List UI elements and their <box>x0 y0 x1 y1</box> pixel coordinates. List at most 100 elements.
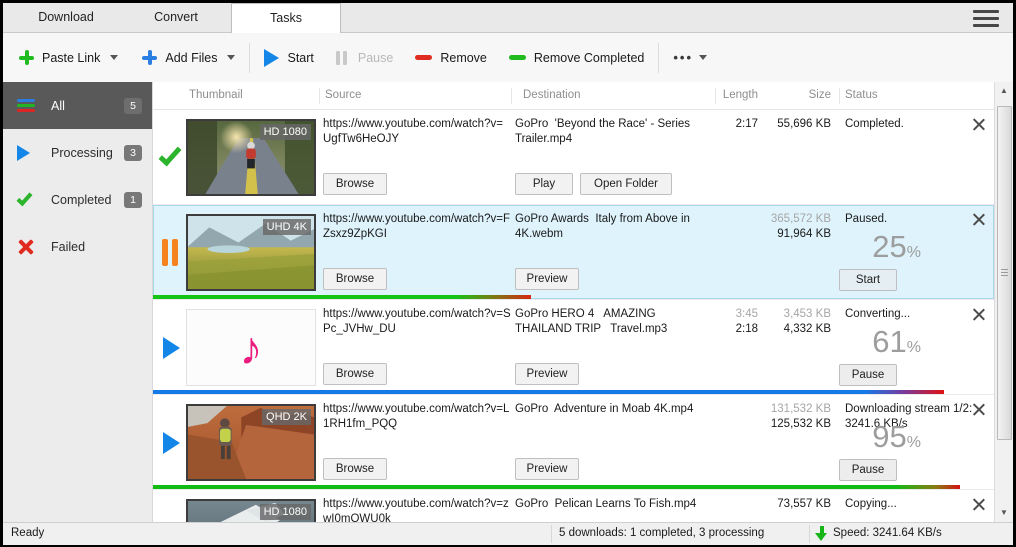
scroll-down-icon[interactable]: ▼ <box>995 504 1013 522</box>
column-status[interactable]: Status <box>845 89 878 101</box>
task-row-copying[interactable]: HD 1080 https://www.youtube.com/watch?v=… <box>153 490 994 522</box>
task-row-downloading[interactable]: QHD 2K https://www.youtube.com/watch?v=L… <box>153 395 994 490</box>
scroll-up-icon[interactable]: ▲ <box>995 82 1013 100</box>
size-value: 73,557 KB <box>777 497 831 512</box>
length-value: 2:17 <box>736 117 758 132</box>
plus-icon <box>142 50 157 65</box>
failed-x-icon <box>17 239 41 255</box>
download-speed-icon <box>815 526 828 541</box>
close-icon[interactable] <box>971 402 986 417</box>
tab-bar: Download Convert Tasks <box>3 3 1013 33</box>
count-badge: 3 <box>124 145 142 161</box>
paste-link-label: Paste Link <box>42 51 100 65</box>
scrollbar-thumb[interactable] <box>997 106 1012 440</box>
quality-badge: HD 1080 <box>260 124 311 140</box>
remove-completed-button[interactable]: Remove Completed <box>509 51 644 65</box>
chevron-down-icon[interactable] <box>227 55 235 60</box>
play-icon <box>264 49 279 67</box>
tab-download[interactable]: Download <box>11 3 121 32</box>
destination-name: GoPro HERO 4 AMAZING THAILAND TRIP Trave… <box>515 307 711 337</box>
source-url: https://www.youtube.com/watch?v=FZsxz9Zp… <box>323 212 511 242</box>
sidebar-item-label: All <box>51 99 65 113</box>
length-value: 3:452:18 <box>736 307 758 337</box>
task-table: Thumbnail Source Destination Length Size… <box>153 82 994 522</box>
close-icon[interactable] <box>971 212 986 227</box>
preview-button[interactable]: Preview <box>515 458 579 480</box>
open-folder-button[interactable]: Open Folder <box>580 173 672 195</box>
progress-bar <box>153 390 944 394</box>
completed-check-icon <box>17 198 41 202</box>
preview-button[interactable]: Preview <box>515 363 579 385</box>
start-button[interactable]: Start <box>264 49 313 67</box>
progress-bar <box>153 485 960 489</box>
browse-button[interactable]: Browse <box>323 458 387 480</box>
table-header: Thumbnail Source Destination Length Size… <box>153 82 994 110</box>
audio-thumbnail: ♪ <box>186 309 316 386</box>
toolbar: Paste Link Add Files Start Pause Remove … <box>3 33 1013 82</box>
destination-name: GoPro Adventure in Moab 4K.mp4 <box>515 402 711 417</box>
close-icon[interactable] <box>971 497 986 512</box>
menu-icon[interactable] <box>973 10 999 27</box>
pause-task-button[interactable]: Pause <box>839 459 897 481</box>
chevron-down-icon[interactable] <box>110 55 118 60</box>
tab-convert[interactable]: Convert <box>121 3 231 32</box>
progress-percent: 61% <box>872 324 921 360</box>
processing-icon <box>17 145 41 161</box>
size-value: 365,572 KB91,964 KB <box>771 212 831 242</box>
video-thumbnail: QHD 2K <box>186 404 316 481</box>
close-icon[interactable] <box>971 117 986 132</box>
column-length[interactable]: Length <box>723 89 758 101</box>
task-row-completed[interactable]: HD 1080 https://www.youtube.com/watch?v=… <box>153 110 994 205</box>
sidebar-item-label: Processing <box>51 146 113 160</box>
sidebar-item-label: Completed <box>51 193 111 207</box>
source-url: https://www.youtube.com/watch?v=SPc_JVHw… <box>323 307 511 337</box>
column-destination[interactable]: Destination <box>523 89 581 101</box>
browse-button[interactable]: Browse <box>323 268 387 290</box>
add-files-button[interactable]: Add Files <box>142 50 235 65</box>
add-files-label: Add Files <box>165 51 217 65</box>
pause-icon <box>336 51 350 65</box>
quality-badge: HD 1080 <box>260 504 311 520</box>
vertical-scrollbar[interactable]: ▲ ▼ <box>994 82 1013 522</box>
music-note-icon: ♪ <box>240 325 263 371</box>
play-icon <box>153 395 186 490</box>
paste-link-button[interactable]: Paste Link <box>19 50 118 65</box>
pause-button: Pause <box>336 51 393 65</box>
task-row-paused[interactable]: UHD 4K https://www.youtube.com/watch?v=F… <box>153 205 994 300</box>
preview-button[interactable]: Preview <box>515 268 579 290</box>
remove-button[interactable]: Remove <box>415 51 487 65</box>
check-icon <box>153 110 186 205</box>
play-button[interactable]: Play <box>515 173 573 195</box>
all-tasks-icon <box>17 98 41 113</box>
app-window: Download Convert Tasks Paste Link Add Fi… <box>0 0 1016 547</box>
pause-task-button[interactable]: Pause <box>839 364 897 386</box>
pause-label: Pause <box>358 51 393 65</box>
column-source[interactable]: Source <box>325 89 361 101</box>
remove-completed-icon <box>509 55 526 60</box>
sidebar-item-all[interactable]: All 5 <box>3 82 152 129</box>
remove-icon <box>415 55 432 60</box>
column-thumbnail[interactable]: Thumbnail <box>189 89 243 101</box>
status-text: Paused. <box>845 212 975 227</box>
start-task-button[interactable]: Start <box>839 269 897 291</box>
sidebar-item-processing[interactable]: Processing 3 <box>3 129 152 176</box>
status-bar: Ready 5 downloads: 1 completed, 3 proces… <box>3 522 1013 545</box>
size-value: 55,696 KB <box>777 117 831 132</box>
sidebar-item-completed[interactable]: Completed 1 <box>3 176 152 223</box>
close-icon[interactable] <box>971 307 986 322</box>
more-button[interactable]: ••• <box>673 50 707 65</box>
chevron-down-icon <box>699 55 707 60</box>
browse-button[interactable]: Browse <box>323 173 387 195</box>
tab-tasks[interactable]: Tasks <box>231 3 341 33</box>
column-size[interactable]: Size <box>809 89 831 101</box>
quality-badge: QHD 2K <box>262 409 311 425</box>
more-dots-icon: ••• <box>673 50 693 65</box>
downloads-summary: 5 downloads: 1 completed, 3 processing <box>559 527 764 539</box>
browse-button[interactable]: Browse <box>323 363 387 385</box>
source-url: https://www.youtube.com/watch?v=UgfTw6He… <box>323 117 511 147</box>
status-text: Copying... <box>845 497 975 512</box>
plus-icon <box>19 50 34 65</box>
sidebar-item-failed[interactable]: Failed <box>3 223 152 270</box>
task-row-converting[interactable]: ♪ https://www.youtube.com/watch?v=SPc_JV… <box>153 300 994 395</box>
ready-status: Ready <box>11 527 44 539</box>
